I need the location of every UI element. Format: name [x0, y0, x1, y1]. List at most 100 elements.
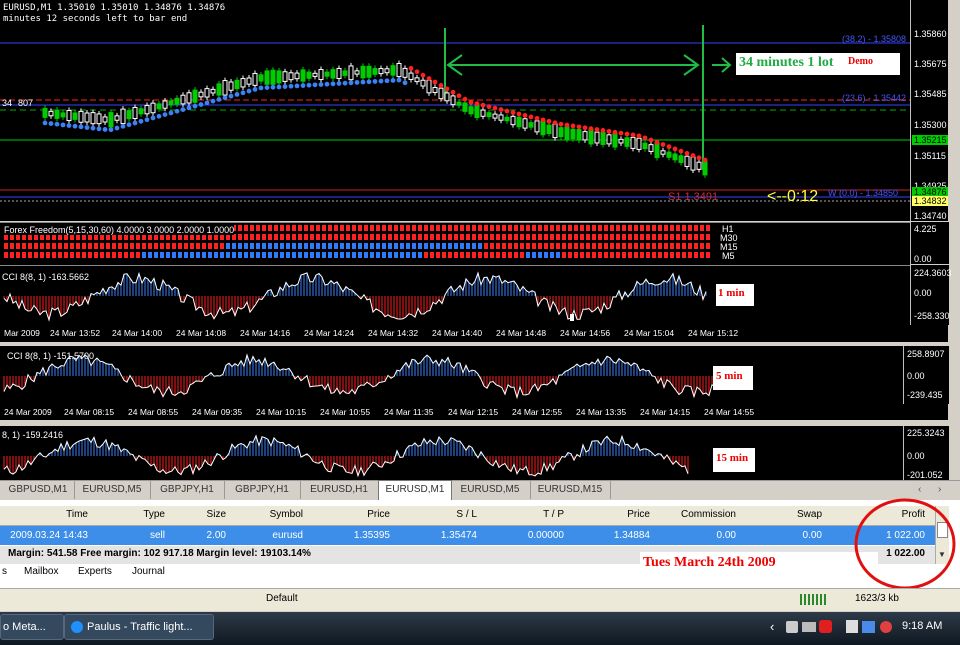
freedom-cell	[688, 234, 692, 240]
freedom-cell	[262, 234, 266, 240]
col-swap[interactable]: Swap	[740, 506, 822, 524]
freedom-cell	[670, 243, 674, 249]
chart-tab[interactable]: EURUSD,H1	[300, 481, 379, 499]
candle-body	[252, 72, 258, 86]
chart-tab[interactable]: GBPJPY,H1	[150, 481, 225, 499]
tab-alerts[interactable]: s	[2, 566, 7, 577]
freedom-cell	[568, 234, 572, 240]
freedom-cell	[388, 225, 392, 231]
freedom-cell	[490, 252, 494, 258]
freedom-cell	[352, 243, 356, 249]
s1-pivot-label: S1 1.3491	[668, 191, 719, 203]
col-commission[interactable]: Commission	[652, 506, 736, 524]
freedom-cell	[562, 234, 566, 240]
freedom-cell	[496, 234, 500, 240]
freedom-cell	[256, 225, 260, 231]
freedom-cell	[442, 234, 446, 240]
cci-15min-axis: 225.3243 0.00 -201.052	[903, 426, 949, 480]
candle-body	[300, 69, 306, 82]
chart-tab[interactable]: EURUSD,M5	[74, 481, 151, 499]
col-price[interactable]: Price	[305, 506, 390, 524]
col-symbol[interactable]: Symbol	[230, 506, 303, 524]
candle-body	[618, 138, 624, 144]
col-size[interactable]: Size	[170, 506, 226, 524]
freedom-cell	[442, 252, 446, 258]
right-scrollbar-area[interactable]	[948, 0, 960, 480]
cci-5min-panel[interactable]: CCI 8(8, 1) -151.5700 5 min	[0, 346, 903, 404]
freedom-cell	[346, 225, 350, 231]
display-icon[interactable]	[862, 621, 875, 633]
taskbar-item-browser[interactable]: Paulus - Traffic light...	[64, 614, 214, 640]
network-icon[interactable]	[786, 621, 798, 633]
freedom-cell	[580, 234, 584, 240]
main-price-chart[interactable]: EURUSD,M1 1.35010 1.35010 1.34876 1.3487…	[0, 0, 910, 221]
cci-1min-canvas	[3, 271, 707, 322]
volume-icon[interactable]	[880, 621, 892, 633]
col-tp[interactable]: T / P	[480, 506, 564, 524]
tab-journal[interactable]: Journal	[132, 566, 165, 577]
trend-dot	[264, 85, 270, 90]
freedom-panel[interactable]: Forex Freedom(5,15,30,60) 4.0000 3.0000 …	[0, 222, 910, 265]
chart-tab[interactable]: EURUSD,M15	[530, 481, 611, 499]
freedom-cell	[88, 252, 92, 258]
freedom-cell	[646, 234, 650, 240]
cci-1min-panel[interactable]: CCI 8(8, 1) -163.5662 1 min	[0, 265, 910, 326]
keyboard-icon[interactable]	[802, 622, 816, 632]
freedom-cell	[382, 252, 386, 258]
candle-body	[306, 71, 312, 79]
freedom-cell	[52, 243, 56, 249]
clock[interactable]: 9:18 AM	[902, 620, 942, 632]
col-sl[interactable]: S / L	[395, 506, 477, 524]
candle-body	[108, 112, 114, 128]
tray-chevron-icon[interactable]: ‹	[770, 619, 774, 634]
security-icon[interactable]	[819, 620, 832, 633]
candle-body	[54, 109, 60, 119]
tray-icon[interactable]	[846, 620, 858, 633]
trend-dot	[372, 79, 378, 84]
freedom-cell	[100, 243, 104, 249]
price-axis[interactable]: 1.35860 1.35675 1.35485 1.35300 1.35115 …	[910, 0, 949, 221]
tab-mailbox[interactable]: Mailbox	[24, 566, 58, 577]
candle-body	[570, 128, 576, 140]
chart-tab[interactable]: GBPUSD,M1	[2, 481, 75, 499]
freedom-cell	[256, 234, 260, 240]
trend-dot	[84, 125, 90, 130]
candle-body	[624, 137, 630, 147]
freedom-cell	[484, 234, 488, 240]
freedom-cell	[394, 225, 398, 231]
freedom-cell	[136, 252, 140, 258]
freedom-cell	[418, 234, 422, 240]
freedom-cell	[616, 243, 620, 249]
col-type[interactable]: Type	[90, 506, 165, 524]
freedom-cell	[538, 234, 542, 240]
trend-dot	[114, 125, 120, 131]
freedom-cell	[664, 234, 668, 240]
tab-experts[interactable]: Experts	[78, 566, 112, 577]
time-tick: 24 Mar 14:48	[496, 328, 547, 338]
time-tick: 24 Mar 10:15	[256, 407, 307, 417]
cci-15min-panel[interactable]: 8, 1) -159.2416 15 min	[0, 426, 903, 480]
col-current-price[interactable]: Price	[567, 506, 650, 524]
candle-body	[666, 151, 672, 158]
candle-body	[312, 72, 318, 77]
time-tick: 24 Mar 15:04	[624, 328, 675, 338]
freedom-cell	[658, 225, 662, 231]
chart-tab[interactable]: GBPJPY,H1	[224, 481, 301, 499]
trend-dot	[378, 78, 384, 84]
chart-tab[interactable]: EURUSD,M5	[450, 481, 531, 499]
price-tick: 1.34740	[914, 211, 947, 221]
freedom-cell	[310, 234, 314, 240]
freedom-cell	[232, 243, 236, 249]
trend-dot	[330, 81, 336, 87]
time-tick: 24 Mar 14:16	[240, 328, 291, 338]
taskbar-item-metatrader[interactable]: o Meta...	[0, 614, 64, 640]
candle-body	[120, 108, 126, 125]
freedom-cell	[166, 252, 170, 258]
col-time[interactable]: Time	[0, 506, 88, 524]
candle-body	[144, 104, 150, 115]
freedom-cell	[442, 225, 446, 231]
trend-dot	[174, 108, 180, 114]
trend-dot	[624, 131, 630, 137]
chart-tab[interactable]: EURUSD,M1	[378, 480, 452, 501]
table-row[interactable]: 2009.03.24 14:43 sell 2.00 eurusd 1.3539…	[0, 526, 935, 545]
